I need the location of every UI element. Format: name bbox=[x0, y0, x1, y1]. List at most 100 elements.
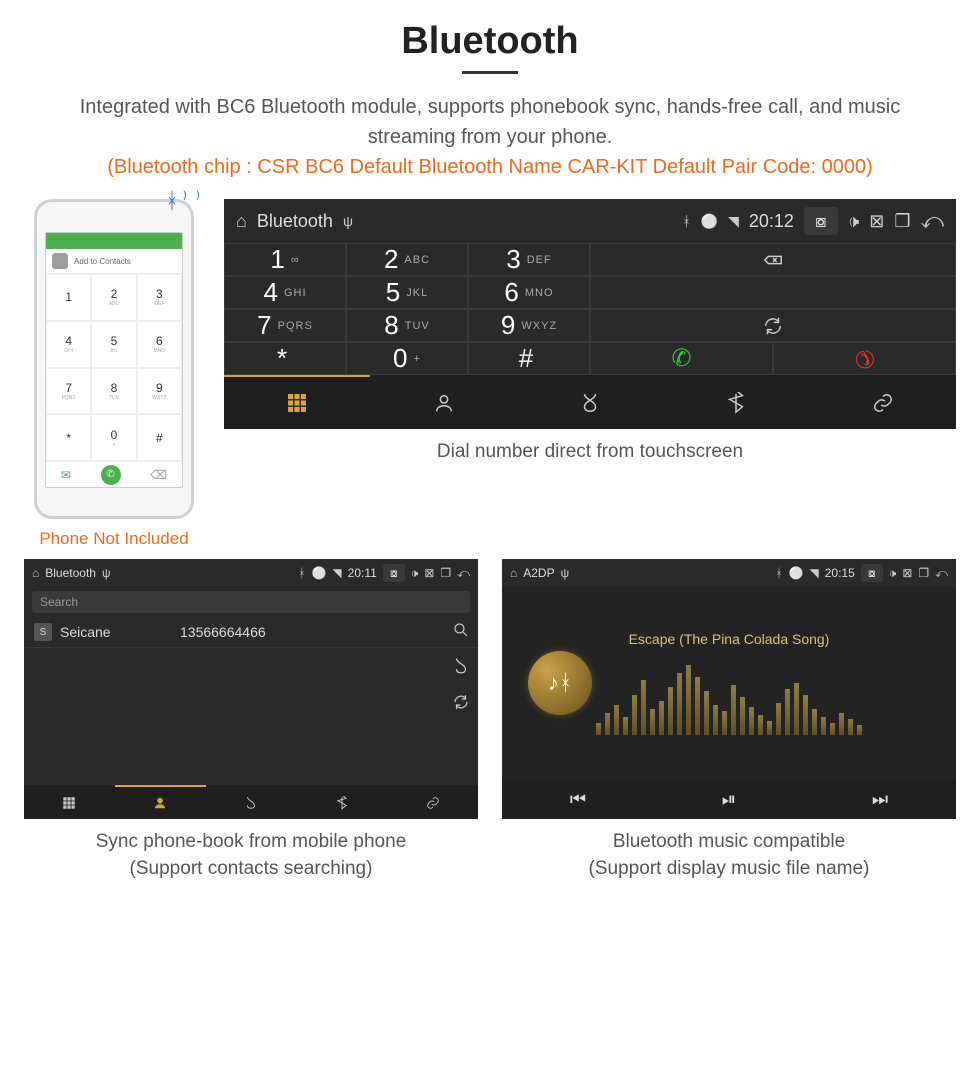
close-app-icon[interactable]: ⊠ bbox=[902, 566, 912, 580]
backspace-button[interactable] bbox=[590, 243, 956, 276]
bluetooth-status-icon: ᚼ bbox=[775, 566, 782, 580]
dial-key-9[interactable]: 9WXYZ bbox=[468, 309, 590, 342]
eq-bar bbox=[776, 703, 781, 735]
eq-bar bbox=[605, 713, 610, 735]
dial-key-5[interactable]: 5JKL bbox=[346, 276, 468, 309]
phone-illustration: ᚼ⁾⁾ Add to Contacts 12ABC3DEF4GHI5JKL6MN… bbox=[34, 199, 194, 519]
camera-icon[interactable]: ⧇ bbox=[861, 564, 883, 582]
main-caption: Dial number direct from touchscreen bbox=[224, 439, 956, 466]
dial-key-4[interactable]: 4GHI bbox=[224, 276, 346, 309]
close-app-icon[interactable]: ⊠ bbox=[869, 211, 884, 232]
volume-icon[interactable]: 🕩 bbox=[889, 566, 897, 581]
eq-bar bbox=[749, 707, 754, 735]
eq-bar bbox=[785, 689, 790, 735]
app-title: A2DP bbox=[523, 566, 554, 580]
eq-bar bbox=[596, 723, 601, 735]
home-icon[interactable]: ⌂ bbox=[510, 566, 517, 580]
eq-bar bbox=[722, 711, 727, 735]
back-icon[interactable]: ⤺ bbox=[920, 208, 944, 234]
dial-key-8[interactable]: 8TUV bbox=[346, 309, 468, 342]
bluetooth-signal-icon: ᚼ⁾⁾ bbox=[165, 188, 205, 214]
call-button[interactable]: ✆ bbox=[590, 342, 773, 375]
search-input[interactable]: Search bbox=[32, 591, 470, 613]
add-to-contacts: Add to Contacts bbox=[46, 249, 182, 274]
contacts-caption: Sync phone-book from mobile phone (Suppo… bbox=[24, 829, 478, 882]
back-icon[interactable]: ⤺ bbox=[935, 566, 948, 581]
dial-key-6[interactable]: 6MNO bbox=[468, 276, 590, 309]
tab-bluetooth[interactable] bbox=[296, 785, 387, 819]
eq-bar bbox=[848, 719, 853, 735]
usb-icon: ψ bbox=[102, 566, 111, 580]
dial-key-3[interactable]: 3DEF bbox=[468, 243, 590, 276]
contacts-topbar: ⌂ Bluetooth ψ ᚼ ⚪ ◥ 20:11 ⧇ 🕩 ⊠ ❐ ⤺ bbox=[24, 559, 478, 587]
app-title: Bluetooth bbox=[257, 211, 333, 232]
location-icon: ⚪ bbox=[311, 566, 326, 580]
eq-bar bbox=[839, 713, 844, 735]
bottom-tabs bbox=[224, 375, 956, 429]
phone-key: 4GHI bbox=[46, 321, 91, 368]
tab-bluetooth[interactable] bbox=[663, 375, 809, 429]
eq-bar bbox=[659, 701, 664, 735]
eq-bar bbox=[821, 717, 826, 735]
dial-key-0[interactable]: 0+ bbox=[346, 342, 468, 375]
phone-caption: Phone Not Included bbox=[39, 529, 188, 549]
dial-key-*[interactable]: * bbox=[224, 342, 346, 375]
eq-bar bbox=[830, 723, 835, 735]
message-icon: ✉ bbox=[61, 468, 71, 482]
tab-contacts[interactable] bbox=[370, 375, 516, 429]
call-icon[interactable] bbox=[452, 657, 470, 675]
contact-row[interactable]: SSeicane13566664466 bbox=[24, 617, 478, 648]
eq-bar bbox=[686, 665, 691, 735]
eq-bar bbox=[740, 697, 745, 735]
tab-history[interactable] bbox=[206, 785, 297, 819]
recent-apps-icon[interactable]: ❐ bbox=[440, 566, 451, 580]
swap-button[interactable] bbox=[590, 309, 956, 342]
hangup-button[interactable]: ✆ bbox=[773, 342, 956, 375]
location-icon: ⚪ bbox=[701, 213, 718, 230]
phone-key: 5JKL bbox=[91, 321, 136, 368]
track-title: Escape (The Pina Colada Song) bbox=[629, 631, 830, 647]
prev-button[interactable]: ⏮ bbox=[570, 789, 586, 810]
dial-key-7[interactable]: 7PQRS bbox=[224, 309, 346, 342]
dial-key-2[interactable]: 2ABC bbox=[346, 243, 468, 276]
eq-bar bbox=[623, 717, 628, 735]
home-icon[interactable]: ⌂ bbox=[32, 566, 39, 580]
clock: 20:11 bbox=[348, 566, 377, 580]
app-title: Bluetooth bbox=[45, 566, 96, 580]
top-bar: ⌂ Bluetooth ψ ᚼ ⚪ ◥ 20:12 ⧇ 🕩 ⊠ ❐ ⤺ bbox=[224, 199, 956, 243]
tab-contacts[interactable] bbox=[115, 785, 206, 819]
phone-key: 2ABC bbox=[91, 274, 136, 321]
eq-bar bbox=[758, 715, 763, 735]
tab-dialpad[interactable] bbox=[24, 785, 115, 819]
tab-dialpad[interactable] bbox=[224, 375, 370, 429]
dial-key-1[interactable]: 1∞ bbox=[224, 243, 346, 276]
tab-history[interactable] bbox=[517, 375, 663, 429]
volume-icon[interactable]: 🕩 bbox=[848, 211, 859, 232]
contacts-tabs bbox=[24, 785, 478, 819]
main-device: ⌂ Bluetooth ψ ᚼ ⚪ ◥ 20:12 ⧇ 🕩 ⊠ ❐ ⤺ 1∞2A… bbox=[224, 199, 956, 429]
clock: 20:12 bbox=[749, 211, 794, 232]
camera-icon[interactable]: ⧇ bbox=[804, 207, 838, 235]
dial-key-#[interactable]: # bbox=[468, 342, 590, 375]
play-pause-button[interactable]: ⏯ bbox=[722, 789, 736, 810]
home-icon[interactable]: ⌂ bbox=[236, 211, 247, 232]
bluetooth-status-icon: ᚼ bbox=[682, 213, 690, 229]
camera-icon[interactable]: ⧇ bbox=[383, 564, 405, 582]
eq-bar bbox=[713, 705, 718, 735]
recent-apps-icon[interactable]: ❐ bbox=[894, 211, 910, 232]
next-button[interactable]: ⏭ bbox=[872, 789, 888, 810]
volume-icon[interactable]: 🕩 bbox=[411, 566, 419, 581]
page-title: Bluetooth bbox=[0, 20, 980, 63]
tab-link[interactable] bbox=[810, 375, 956, 429]
close-app-icon[interactable]: ⊠ bbox=[424, 566, 434, 580]
eq-bar bbox=[641, 680, 646, 735]
phone-key: 7PQRS bbox=[46, 368, 91, 415]
search-icon[interactable] bbox=[452, 621, 470, 639]
tab-link[interactable] bbox=[387, 785, 478, 819]
phone-key: 3DEF bbox=[137, 274, 182, 321]
phone-key: 0+ bbox=[91, 414, 136, 461]
back-icon[interactable]: ⤺ bbox=[457, 566, 470, 581]
sync-icon[interactable] bbox=[452, 693, 470, 711]
recent-apps-icon[interactable]: ❐ bbox=[918, 566, 929, 580]
music-caption: Bluetooth music compatible (Support disp… bbox=[502, 829, 956, 882]
